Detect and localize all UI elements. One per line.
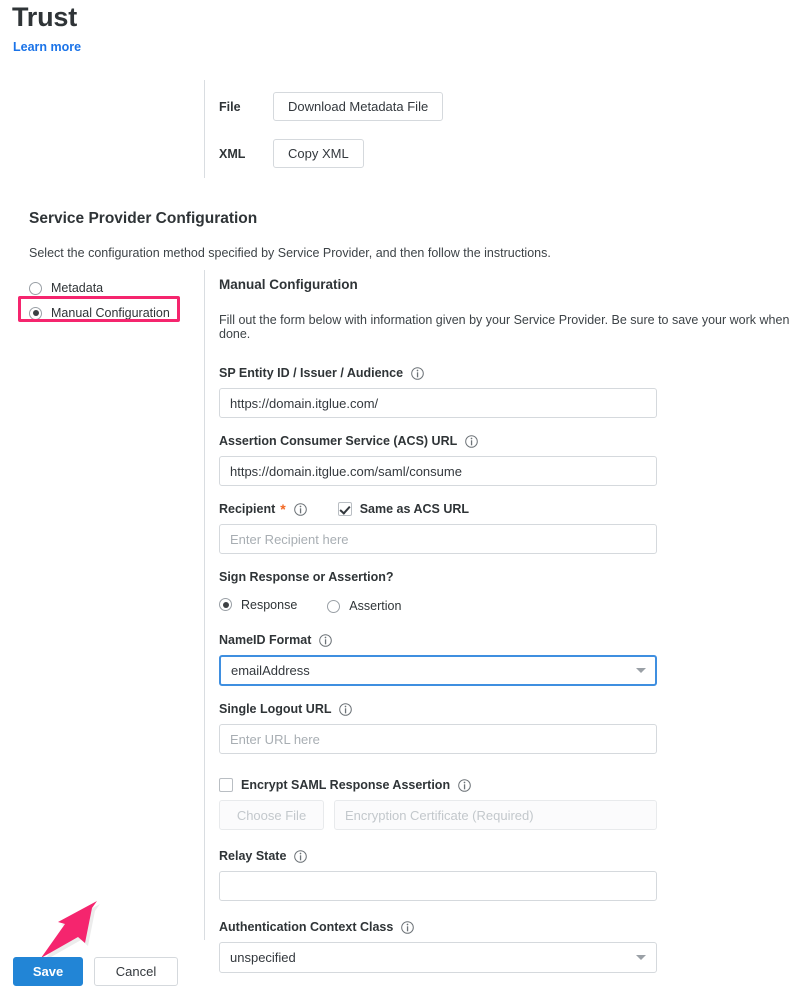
- radio-option-manual-configuration[interactable]: Manual Configuration: [29, 302, 170, 324]
- label-row-auth-context-class: Authentication Context Class: [219, 919, 799, 935]
- metadata-xml-label: XML: [219, 147, 273, 161]
- divider-main: [204, 270, 205, 940]
- same-as-acs-url-row[interactable]: Same as ACS URL: [338, 502, 469, 516]
- choose-file-button: Choose File: [219, 800, 324, 830]
- input-sp-entity-id[interactable]: [219, 388, 657, 418]
- metadata-file-row: File Download Metadata File: [219, 92, 443, 121]
- radio-label-response: Response: [241, 598, 297, 612]
- label-nameid-format: NameID Format: [219, 633, 311, 647]
- field-auth-context-class: Authentication Context Class unspecified: [219, 919, 799, 973]
- section-title: Service Provider Configuration: [29, 210, 257, 228]
- radio-option-assertion[interactable]: Assertion: [327, 595, 401, 617]
- info-icon-encrypt-assertion[interactable]: [458, 779, 471, 792]
- info-icon-relay-state[interactable]: [294, 850, 307, 863]
- field-sp-entity-id: SP Entity ID / Issuer / Audience: [219, 365, 799, 418]
- checkbox-same-as-acs-url[interactable]: [338, 502, 352, 516]
- input-single-logout-url[interactable]: [219, 724, 657, 754]
- select-nameid-format[interactable]: emailAddress: [219, 655, 657, 686]
- select-wrap-auth-context-class: unspecified: [219, 942, 657, 973]
- radio-icon-response: [219, 598, 232, 611]
- select-wrap-nameid-format: emailAddress: [219, 655, 657, 686]
- field-acs-url: Assertion Consumer Service (ACS) URL: [219, 433, 799, 486]
- label-row-relay-state: Relay State: [219, 848, 799, 864]
- copy-xml-button[interactable]: Copy XML: [273, 139, 364, 168]
- radio-icon-metadata: [29, 282, 42, 295]
- label-row-encrypt-assertion[interactable]: Encrypt SAML Response Assertion: [219, 777, 799, 793]
- radio-label-manual-configuration: Manual Configuration: [51, 306, 170, 320]
- label-same-as-acs-url: Same as ACS URL: [360, 502, 469, 516]
- label-sp-entity-id: SP Entity ID / Issuer / Audience: [219, 366, 403, 380]
- info-icon-acs-url[interactable]: [465, 435, 478, 448]
- field-sign-response: Sign Response or Assertion? Response Ass…: [219, 569, 799, 617]
- arrow-annotation-icon: [33, 893, 128, 965]
- info-icon-nameid-format[interactable]: [319, 634, 332, 647]
- metadata-xml-row: XML Copy XML: [219, 139, 364, 168]
- form-actions: Save Cancel: [13, 957, 178, 986]
- field-relay-state: Relay State: [219, 848, 799, 901]
- field-single-logout-url: Single Logout URL: [219, 701, 799, 754]
- label-sign-response: Sign Response or Assertion?: [219, 570, 394, 584]
- required-asterisk-recipient: *: [280, 502, 285, 516]
- section-description: Select the configuration method specifie…: [29, 246, 551, 260]
- info-icon-recipient[interactable]: [294, 503, 307, 516]
- input-recipient[interactable]: [219, 524, 657, 554]
- radio-option-response[interactable]: Response: [219, 594, 297, 616]
- label-single-logout-url: Single Logout URL: [219, 702, 331, 716]
- info-icon-single-logout-url[interactable]: [339, 703, 352, 716]
- radio-icon-manual-configuration: [29, 307, 42, 320]
- label-recipient: Recipient: [219, 502, 275, 516]
- learn-more-link[interactable]: Learn more: [13, 40, 81, 54]
- label-auth-context-class: Authentication Context Class: [219, 920, 393, 934]
- label-encrypt-assertion: Encrypt SAML Response Assertion: [241, 778, 450, 792]
- radio-option-metadata[interactable]: Metadata: [29, 277, 170, 299]
- field-nameid-format: NameID Format emailAddress: [219, 632, 799, 686]
- label-row-acs-url: Assertion Consumer Service (ACS) URL: [219, 433, 799, 449]
- checkbox-encrypt-assertion[interactable]: [219, 778, 233, 792]
- save-button[interactable]: Save: [13, 957, 83, 986]
- metadata-file-label: File: [219, 100, 273, 114]
- select-auth-context-class[interactable]: unspecified: [219, 942, 657, 973]
- field-recipient: Recipient * Same as ACS URL: [219, 501, 799, 554]
- divider-top: [204, 80, 205, 178]
- panel-title: Manual Configuration: [219, 277, 799, 292]
- encryption-certificate-row: Choose File: [219, 800, 799, 830]
- info-icon-auth-context-class[interactable]: [401, 921, 414, 934]
- label-row-sign-response: Sign Response or Assertion?: [219, 569, 799, 585]
- label-row-recipient: Recipient * Same as ACS URL: [219, 501, 799, 517]
- download-metadata-file-button[interactable]: Download Metadata File: [273, 92, 443, 121]
- radio-label-metadata: Metadata: [51, 281, 103, 295]
- manual-configuration-panel: Manual Configuration Fill out the form b…: [219, 277, 799, 988]
- panel-description: Fill out the form below with information…: [219, 313, 799, 341]
- sign-response-radio-group: Response Assertion: [219, 592, 799, 617]
- input-encryption-certificate: [334, 800, 657, 830]
- input-acs-url[interactable]: [219, 456, 657, 486]
- config-method-radio-group: Metadata Manual Configuration: [29, 277, 170, 324]
- page-title: Trust: [12, 2, 77, 33]
- input-relay-state[interactable]: [219, 871, 657, 901]
- label-acs-url: Assertion Consumer Service (ACS) URL: [219, 434, 457, 448]
- cancel-button[interactable]: Cancel: [94, 957, 178, 986]
- label-relay-state: Relay State: [219, 849, 286, 863]
- info-icon-sp-entity-id[interactable]: [411, 367, 424, 380]
- radio-label-assertion: Assertion: [349, 599, 401, 613]
- label-row-sp-entity-id: SP Entity ID / Issuer / Audience: [219, 365, 799, 381]
- label-row-nameid-format: NameID Format: [219, 632, 799, 648]
- trust-settings-page: Trust Learn more File Download Metadata …: [0, 0, 811, 1000]
- radio-icon-assertion: [327, 600, 340, 613]
- label-row-single-logout-url: Single Logout URL: [219, 701, 799, 717]
- field-encrypt-assertion: Encrypt SAML Response Assertion Choose F…: [219, 777, 799, 830]
